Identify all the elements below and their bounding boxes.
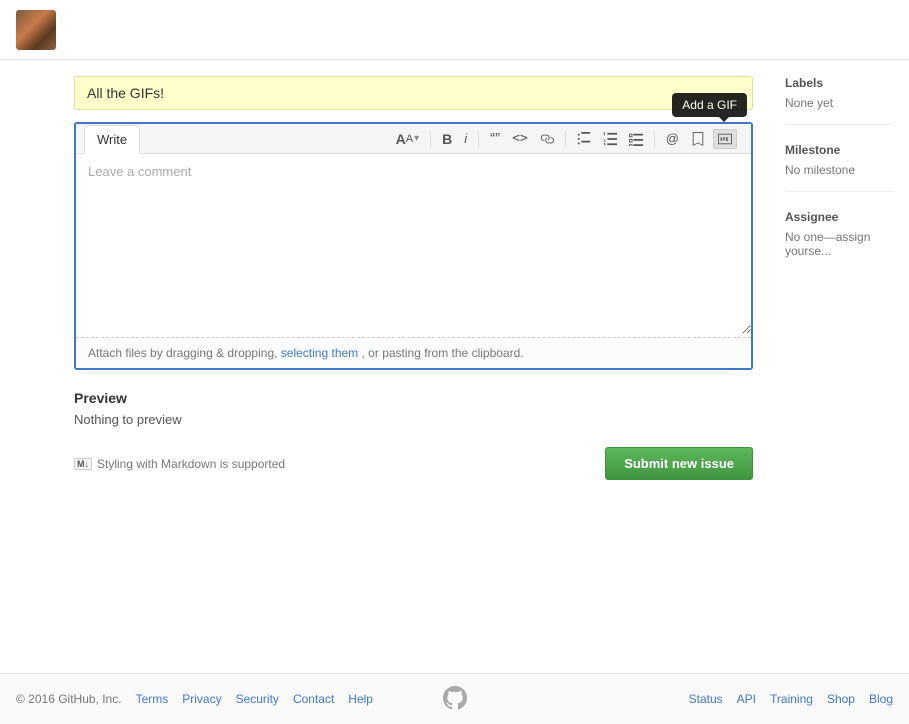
unordered-list-button[interactable] [573, 130, 595, 148]
footer-link-privacy[interactable]: Privacy [182, 692, 221, 706]
milestone-section: Milestone No milestone [785, 143, 893, 192]
attach-bar: Attach files by dragging & dropping, sel… [76, 337, 751, 368]
footer-link-terms[interactable]: Terms [136, 692, 169, 706]
markdown-hint-text: Styling with Markdown is supported [97, 457, 285, 471]
avatar[interactable] [16, 10, 56, 50]
heading-button[interactable]: AA ▾ [392, 129, 424, 149]
footer-right: Status API Training Shop Blog [689, 692, 893, 706]
footer-logo-wrapper [443, 686, 467, 713]
submit-button[interactable]: Submit new issue [605, 447, 753, 480]
preview-title: Preview [74, 390, 753, 406]
footer-copyright: © 2016 GitHub, Inc. [16, 692, 122, 706]
quote-button[interactable]: “” [486, 128, 504, 149]
toolbar-separator-1 [430, 131, 431, 147]
footer-link-shop[interactable]: Shop [827, 692, 855, 706]
italic-button[interactable]: i [460, 129, 471, 148]
github-logo-icon [443, 686, 467, 710]
labels-value: None yet [785, 96, 893, 110]
footer-link-api[interactable]: API [737, 692, 756, 706]
assignee-section: Assignee No one—assign yourse... [785, 210, 893, 272]
code-button[interactable]: <> [508, 129, 532, 148]
link-button[interactable] [536, 130, 558, 148]
attach-link[interactable]: selecting them [281, 346, 358, 360]
task-list-button[interactable] [625, 130, 647, 148]
footer-link-contact[interactable]: Contact [293, 692, 334, 706]
assignee-value: No one—assign yourse... [785, 230, 893, 258]
footer-link-help[interactable]: Help [348, 692, 373, 706]
toolbar-separator-2 [478, 131, 479, 147]
footer-left: © 2016 GitHub, Inc. Terms Privacy Securi… [16, 692, 689, 706]
ordered-list-button[interactable] [599, 130, 621, 148]
tab-write[interactable]: Write [84, 125, 140, 154]
attach-text-after: , or pasting from the clipboard. [362, 346, 524, 360]
editor-container: Write AA ▾ B i [74, 122, 753, 370]
assignee-title: Assignee [785, 210, 893, 224]
footer: © 2016 GitHub, Inc. Terms Privacy Securi… [0, 673, 909, 724]
attach-text: Attach files by dragging & dropping, [88, 346, 281, 360]
markdown-icon: M↓ [74, 458, 92, 470]
footer-link-security[interactable]: Security [236, 692, 279, 706]
labels-section: Labels None yet [785, 76, 893, 125]
footer-link-training[interactable]: Training [770, 692, 813, 706]
right-sidebar: Labels None yet Milestone No milestone A… [769, 76, 909, 484]
preview-section: Preview Nothing to preview [74, 382, 753, 435]
comment-textarea[interactable] [76, 154, 751, 334]
preview-empty-text: Nothing to preview [74, 412, 753, 427]
gif-button-wrapper: Add a GIF [713, 129, 737, 149]
toolbar-separator-4 [654, 131, 655, 147]
milestone-value: No milestone [785, 163, 893, 177]
gif-tooltip-bubble: Add a GIF [672, 93, 747, 117]
submit-area: M↓ Styling with Markdown is supported Su… [74, 443, 753, 484]
bold-button[interactable]: B [438, 129, 456, 149]
toolbar-separator-3 [565, 131, 566, 147]
labels-title: Labels [785, 76, 893, 90]
editor-tabs-bar: Write AA ▾ B i [76, 124, 751, 154]
markdown-hint: M↓ Styling with Markdown is supported [74, 457, 285, 471]
milestone-title: Milestone [785, 143, 893, 157]
editor-toolbar: AA ▾ B i “” <> [386, 124, 743, 153]
footer-link-status[interactable]: Status [689, 692, 723, 706]
mention-button[interactable]: @ [662, 129, 683, 148]
gif-button[interactable] [713, 129, 737, 149]
reference-button[interactable] [687, 130, 709, 148]
issue-title: All the GIFs! [74, 76, 753, 110]
footer-link-blog[interactable]: Blog [869, 692, 893, 706]
